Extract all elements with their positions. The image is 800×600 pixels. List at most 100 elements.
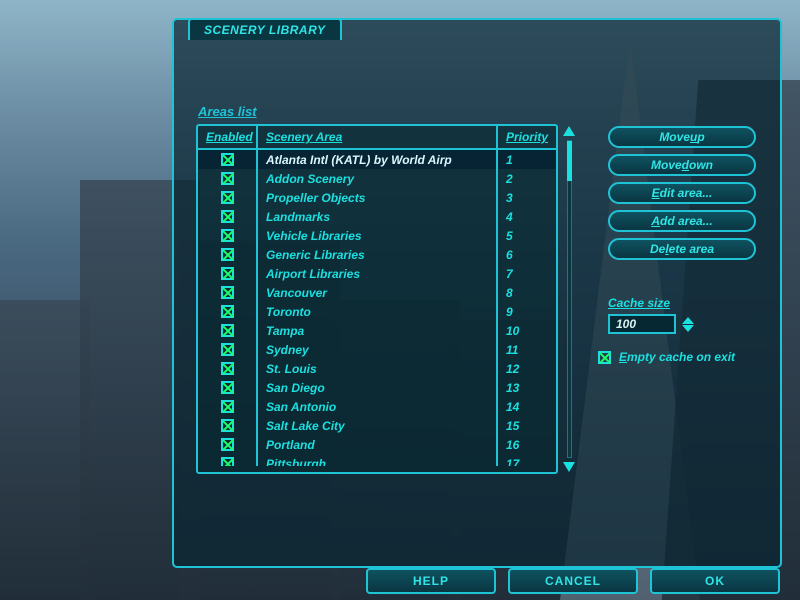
col-enabled[interactable]: Enabled <box>198 126 258 148</box>
row-enabled-cell[interactable] <box>198 340 258 359</box>
table-row[interactable]: Toronto9 <box>198 302 556 321</box>
row-enabled-cell[interactable] <box>198 435 258 454</box>
row-area-cell[interactable]: Addon Scenery <box>258 169 498 188</box>
row-area-cell[interactable]: Landmarks <box>258 207 498 226</box>
row-enabled-checkbox[interactable] <box>221 419 234 432</box>
scroll-thumb[interactable] <box>567 141 572 181</box>
row-area-cell[interactable]: St. Louis <box>258 359 498 378</box>
row-area-cell[interactable]: San Diego <box>258 378 498 397</box>
row-priority-cell: 17 <box>498 457 556 467</box>
row-enabled-cell[interactable] <box>198 359 258 378</box>
row-priority-cell: 4 <box>498 210 556 224</box>
row-enabled-cell[interactable] <box>198 302 258 321</box>
row-enabled-checkbox[interactable] <box>221 362 234 375</box>
table-row[interactable]: Vehicle Libraries5 <box>198 226 556 245</box>
row-enabled-cell[interactable] <box>198 454 258 466</box>
table-row[interactable]: St. Louis12 <box>198 359 556 378</box>
row-enabled-checkbox[interactable] <box>221 267 234 280</box>
scroll-down-icon[interactable] <box>563 462 575 472</box>
empty-cache-label: Empty cache on exit <box>619 350 735 364</box>
row-area-cell[interactable]: Tampa <box>258 321 498 340</box>
row-enabled-cell[interactable] <box>198 150 258 169</box>
row-area-cell[interactable]: Portland <box>258 435 498 454</box>
add-area-button[interactable]: Add area... <box>608 210 756 232</box>
table-row[interactable]: Pittsburgh17 <box>198 454 556 466</box>
move-up-button[interactable]: Move up <box>608 126 756 148</box>
row-enabled-cell[interactable] <box>198 169 258 188</box>
table-row[interactable]: Generic Libraries6 <box>198 245 556 264</box>
col-priority[interactable]: Priority <box>498 126 556 148</box>
table-row[interactable]: Sydney11 <box>198 340 556 359</box>
row-enabled-cell[interactable] <box>198 321 258 340</box>
table-row[interactable]: Airport Libraries7 <box>198 264 556 283</box>
row-priority-cell: 1 <box>498 153 556 167</box>
row-area-cell[interactable]: Vancouver <box>258 283 498 302</box>
row-enabled-checkbox[interactable] <box>221 457 234 466</box>
table-row[interactable]: Portland16 <box>198 435 556 454</box>
cache-size-input[interactable] <box>608 314 676 334</box>
scroll-track[interactable] <box>567 140 572 458</box>
row-enabled-checkbox[interactable] <box>221 229 234 242</box>
row-enabled-cell[interactable] <box>198 226 258 245</box>
ok-button[interactable]: OK <box>650 568 780 594</box>
row-area-cell[interactable]: Propeller Objects <box>258 188 498 207</box>
col-scenery-area[interactable]: Scenery Area <box>258 126 498 148</box>
scrollbar[interactable] <box>562 124 576 474</box>
areas-list-label: Areas list <box>198 104 257 119</box>
row-area-cell[interactable]: Pittsburgh <box>258 454 498 466</box>
empty-cache-checkbox[interactable] <box>598 351 611 364</box>
delete-area-button[interactable]: Delete area <box>608 238 756 260</box>
row-area-cell[interactable]: Salt Lake City <box>258 416 498 435</box>
scroll-up-icon[interactable] <box>563 126 575 136</box>
row-enabled-checkbox[interactable] <box>221 381 234 394</box>
row-enabled-cell[interactable] <box>198 416 258 435</box>
row-enabled-cell[interactable] <box>198 283 258 302</box>
stepper-up-icon[interactable] <box>682 317 694 324</box>
row-enabled-checkbox[interactable] <box>221 248 234 261</box>
row-area-cell[interactable]: Generic Libraries <box>258 245 498 264</box>
panel-title: SCENERY LIBRARY <box>188 18 342 40</box>
row-enabled-cell[interactable] <box>198 207 258 226</box>
empty-cache-row[interactable]: Empty cache on exit <box>598 350 768 364</box>
row-enabled-checkbox[interactable] <box>221 210 234 223</box>
table-row[interactable]: Salt Lake City15 <box>198 416 556 435</box>
row-area-cell[interactable]: San Antonio <box>258 397 498 416</box>
table-row[interactable]: San Antonio14 <box>198 397 556 416</box>
row-enabled-cell[interactable] <box>198 378 258 397</box>
row-enabled-checkbox[interactable] <box>221 191 234 204</box>
table-row[interactable]: Propeller Objects3 <box>198 188 556 207</box>
table-row[interactable]: Landmarks4 <box>198 207 556 226</box>
row-enabled-checkbox[interactable] <box>221 438 234 451</box>
row-priority-cell: 15 <box>498 419 556 433</box>
row-enabled-cell[interactable] <box>198 188 258 207</box>
edit-area-button[interactable]: Edit area... <box>608 182 756 204</box>
cache-size-stepper[interactable] <box>682 317 694 332</box>
row-enabled-cell[interactable] <box>198 245 258 264</box>
row-enabled-checkbox[interactable] <box>221 343 234 356</box>
row-enabled-checkbox[interactable] <box>221 305 234 318</box>
row-enabled-cell[interactable] <box>198 264 258 283</box>
help-button[interactable]: HELP <box>366 568 496 594</box>
cache-size-group: Cache size <box>608 296 756 334</box>
row-enabled-checkbox[interactable] <box>221 400 234 413</box>
row-area-cell[interactable]: Atlanta Intl (KATL) by World Airp <box>258 150 498 169</box>
row-area-cell[interactable]: Vehicle Libraries <box>258 226 498 245</box>
row-enabled-checkbox[interactable] <box>221 153 234 166</box>
row-enabled-checkbox[interactable] <box>221 172 234 185</box>
row-enabled-checkbox[interactable] <box>221 324 234 337</box>
row-area-cell[interactable]: Sydney <box>258 340 498 359</box>
row-area-cell[interactable]: Airport Libraries <box>258 264 498 283</box>
row-priority-cell: 14 <box>498 400 556 414</box>
table-row[interactable]: Vancouver8 <box>198 283 556 302</box>
row-area-cell[interactable]: Toronto <box>258 302 498 321</box>
table-row[interactable]: Addon Scenery2 <box>198 169 556 188</box>
row-priority-cell: 9 <box>498 305 556 319</box>
cancel-button[interactable]: CANCEL <box>508 568 638 594</box>
row-enabled-checkbox[interactable] <box>221 286 234 299</box>
move-down-button[interactable]: Move down <box>608 154 756 176</box>
table-row[interactable]: Atlanta Intl (KATL) by World Airp1 <box>198 150 556 169</box>
stepper-down-icon[interactable] <box>682 325 694 332</box>
row-enabled-cell[interactable] <box>198 397 258 416</box>
table-row[interactable]: San Diego13 <box>198 378 556 397</box>
table-row[interactable]: Tampa10 <box>198 321 556 340</box>
